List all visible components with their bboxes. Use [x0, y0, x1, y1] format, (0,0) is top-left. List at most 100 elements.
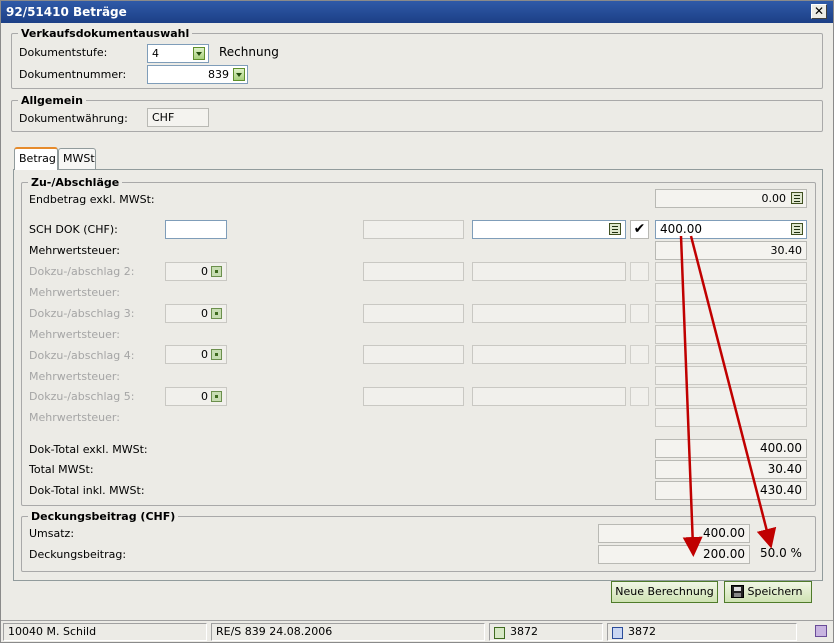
dokzu3-description-field	[472, 304, 626, 323]
mwst5-label: Mehrwertsteuer:	[29, 411, 120, 424]
tab-mwst[interactable]: MWSt	[58, 148, 96, 169]
mwst3-label: Mehrwertsteuer:	[29, 328, 120, 341]
endbetrag-value: 0.00	[761, 192, 787, 205]
dokumentstufe-text: Rechnung	[219, 45, 279, 59]
total-mwst-field: 30.40	[655, 460, 807, 479]
zuabschlaege-legend: Zu-/Abschläge	[31, 176, 120, 189]
sch-dok-code-input[interactable]	[165, 220, 227, 239]
dokzu2-description-field	[472, 262, 626, 281]
speichern-label: Speichern	[747, 585, 803, 598]
endbetrag-field[interactable]: 0.00	[655, 189, 807, 208]
status-document: RE/S 839 24.08.2006	[211, 623, 485, 641]
allgemein-group: Allgemein	[11, 94, 823, 132]
dokumentnummer-value: 839	[208, 68, 229, 81]
status-count-2-value: 3872	[628, 625, 656, 638]
window: 92/51410 Beträge ✕ Verkaufsdokumentauswa…	[0, 0, 834, 643]
dok-total-inkl-field: 430.40	[655, 481, 807, 500]
mehrwertsteuer-label: Mehrwertsteuer:	[29, 244, 120, 257]
neue-berechnung-label: Neue Berechnung	[615, 585, 714, 598]
endbetrag-list-icon[interactable]	[791, 192, 803, 204]
close-button[interactable]: ✕	[811, 4, 827, 19]
dok-total-exkl-field: 400.00	[655, 439, 807, 458]
dokumentstufe-value: 4	[152, 47, 159, 60]
save-icon	[731, 585, 744, 598]
tab-betrag[interactable]: Betrag	[14, 147, 58, 170]
total-mwst-value: 30.40	[767, 462, 802, 476]
window-title: 92/51410 Beträge	[6, 5, 127, 19]
dokzu4-text-field	[363, 345, 464, 364]
mehrwertsteuer-value: 30.40	[770, 244, 803, 257]
status-count-1-value: 3872	[510, 625, 538, 638]
documents-blue-icon	[612, 627, 623, 639]
sch-dok-list-icon[interactable]	[609, 223, 621, 235]
dokzu2-amount-field	[655, 262, 807, 281]
dokzu3-label: Dokzu-/abschlag 3:	[29, 307, 135, 320]
mwst4-field	[655, 366, 807, 385]
document-green-icon	[494, 627, 505, 639]
umsatz-field: 400.00	[598, 524, 750, 543]
dokumentnummer-label: Dokumentnummer:	[19, 68, 127, 81]
dokzu4-label: Dokzu-/abschlag 4:	[29, 349, 135, 362]
dokzu5-checkbox	[630, 387, 649, 406]
dokzu4-checkbox	[630, 345, 649, 364]
dokzu3-amount-field	[655, 304, 807, 323]
sch-dok-checkbox[interactable]: ✔	[630, 220, 649, 239]
dokzu3-value: 0	[201, 307, 208, 320]
dokzu5-button-icon[interactable]	[211, 391, 222, 402]
dok-total-exkl-value: 400.00	[760, 441, 802, 455]
deckungsbeitrag-label: Deckungsbeitrag:	[29, 548, 127, 561]
dokzu5-description-field	[472, 387, 626, 406]
title-bar: 92/51410 Beträge ✕	[1, 1, 833, 23]
dok-total-inkl-label: Dok-Total inkl. MWSt:	[29, 484, 145, 497]
sch-dok-amount-list-icon[interactable]	[791, 223, 803, 235]
sch-dok-amount-value: 400.00	[660, 222, 702, 236]
dokzu2-button-icon[interactable]	[211, 266, 222, 277]
verkauf-legend: Verkaufsdokumentauswahl	[21, 27, 190, 40]
mwst3-field	[655, 325, 807, 344]
verkauf-group: Verkaufsdokumentauswahl	[11, 27, 823, 89]
dokzu4-amount-field	[655, 345, 807, 364]
dokumentstufe-label: Dokumentstufe:	[19, 46, 108, 59]
resize-grip-icon[interactable]	[815, 625, 827, 637]
total-mwst-label: Total MWSt:	[29, 463, 94, 476]
umsatz-value: 400.00	[703, 526, 745, 540]
dokzu4-description-field	[472, 345, 626, 364]
dokumentwaehrung-value: CHF	[152, 111, 175, 124]
tab-mwst-label: MWSt	[63, 152, 95, 165]
dokzu5-label: Dokzu-/abschlag 5:	[29, 390, 135, 403]
mwst4-label: Mehrwertsteuer:	[29, 370, 120, 383]
sch-dok-amount-input[interactable]: 400.00	[655, 220, 807, 239]
dokumentstufe-dropdown-icon[interactable]	[193, 47, 205, 60]
status-count-1: 3872	[489, 623, 603, 641]
status-user: 10040 M. Schild	[3, 623, 207, 641]
dokzu2-checkbox	[630, 262, 649, 281]
mwst2-field	[655, 283, 807, 302]
dokzu4-button-icon[interactable]	[211, 349, 222, 360]
dokzu3-checkbox	[630, 304, 649, 323]
dokzu4-value: 0	[201, 348, 208, 361]
dokumentwaehrung-label: Dokumentwährung:	[19, 112, 128, 125]
mwst2-label: Mehrwertsteuer:	[29, 286, 120, 299]
dokumentwaehrung-field: CHF	[147, 108, 209, 127]
sch-dok-text-field	[363, 220, 464, 239]
neue-berechnung-button[interactable]: Neue Berechnung	[611, 581, 718, 603]
dokzu5-text-field	[363, 387, 464, 406]
deckungsbeitrag-percent: 50.0 %	[760, 546, 802, 560]
dokzu2-value: 0	[201, 265, 208, 278]
dokumentnummer-dropdown-icon[interactable]	[233, 68, 245, 81]
dok-total-exkl-label: Dok-Total exkl. MWSt:	[29, 443, 148, 456]
dokzu3-button-icon[interactable]	[211, 308, 222, 319]
sch-dok-description-input[interactable]	[472, 220, 626, 239]
dokzu2-text-field	[363, 262, 464, 281]
deckungsbeitrag-legend: Deckungsbeitrag (CHF)	[31, 510, 176, 523]
deckungsbeitrag-field: 200.00	[598, 545, 750, 564]
speichern-button[interactable]: Speichern	[724, 581, 812, 603]
dokzu2-label: Dokzu-/abschlag 2:	[29, 265, 135, 278]
mwst5-field	[655, 408, 807, 427]
tab-betrag-label: Betrag	[19, 152, 56, 165]
dokzu3-text-field	[363, 304, 464, 323]
endbetrag-label: Endbetrag exkl. MWSt:	[29, 193, 155, 206]
sch-dok-label: SCH DOK (CHF):	[29, 223, 118, 236]
dok-total-inkl-value: 430.40	[760, 483, 802, 497]
status-bar: 10040 M. Schild RE/S 839 24.08.2006 3872…	[1, 620, 833, 642]
